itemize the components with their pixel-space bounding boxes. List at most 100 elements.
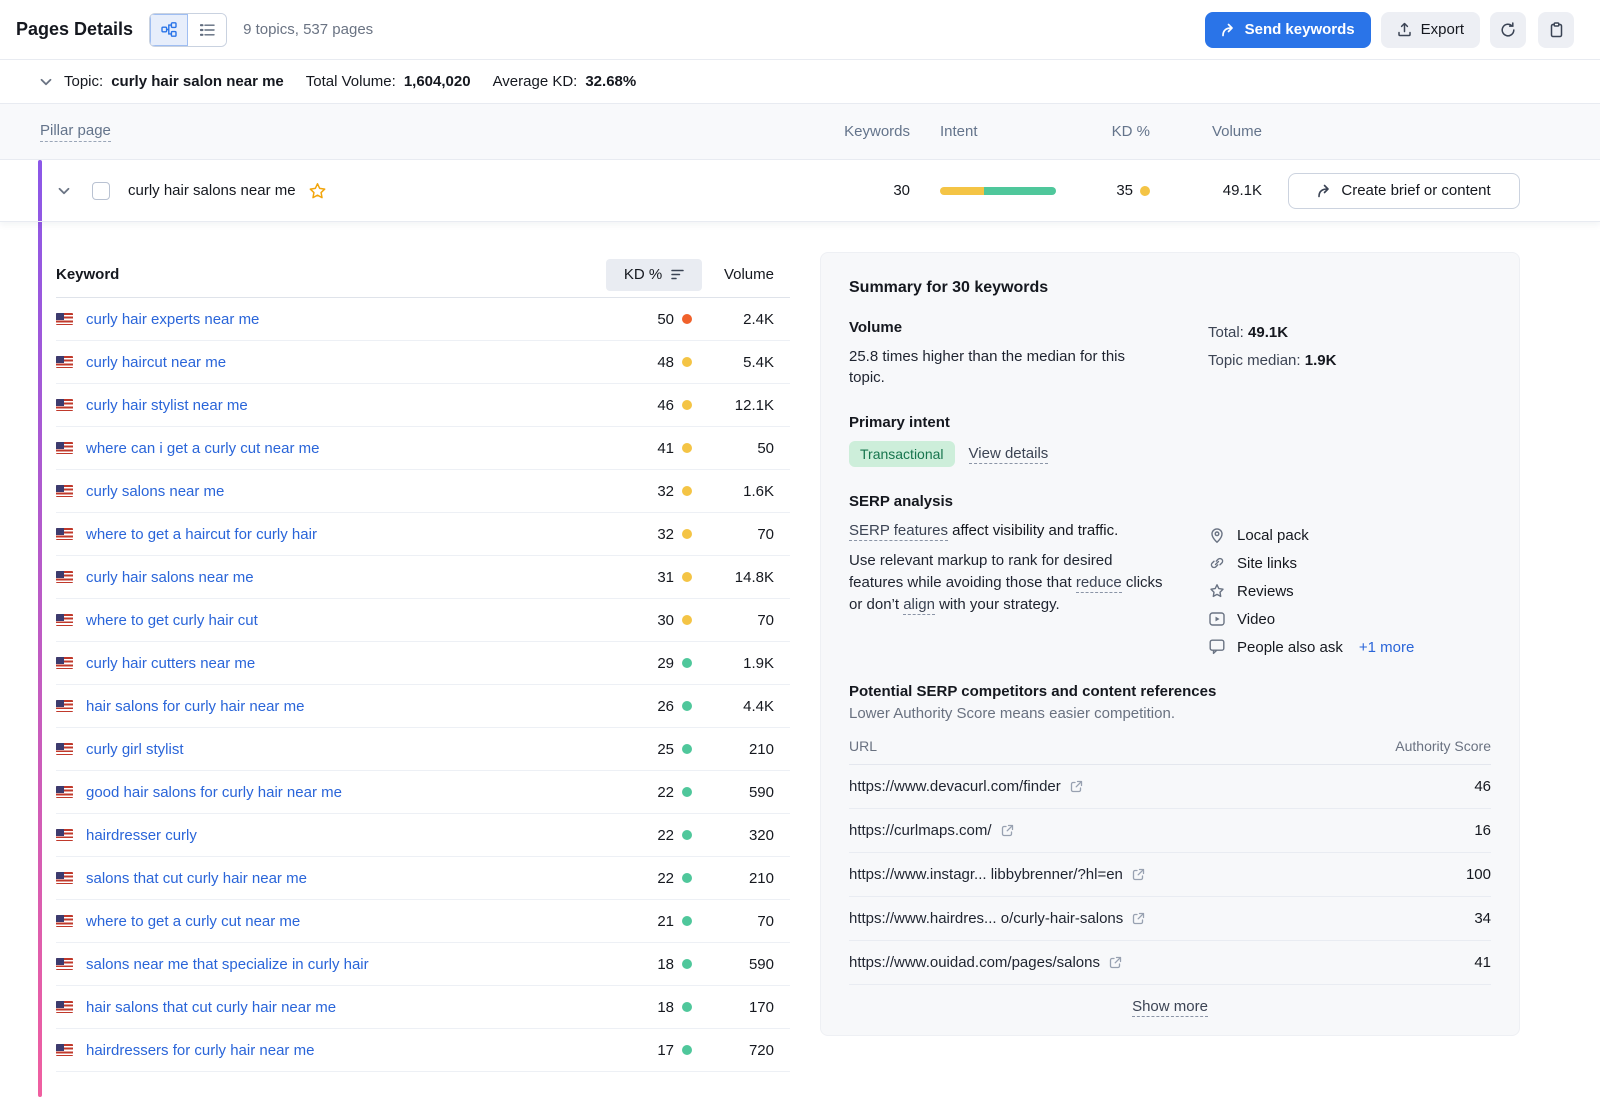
align-link[interactable]: align — [903, 596, 935, 615]
keyword-row: curly girl stylist 25 210 — [56, 728, 790, 771]
keyword-link[interactable]: hairdresser curly — [86, 827, 606, 844]
kd-dot — [682, 443, 692, 453]
favorite-star-icon[interactable] — [308, 182, 327, 200]
authority-score-value: 34 — [1474, 910, 1491, 927]
keyword-table-header: Keyword KD % Volume — [56, 252, 790, 298]
volume-column-header: Volume — [1200, 123, 1262, 140]
reduce-link[interactable]: reduce — [1076, 574, 1122, 593]
export-button[interactable]: Export — [1381, 12, 1480, 48]
topic-collapse-chevron-icon[interactable] — [40, 78, 52, 86]
more-features-link[interactable]: +1 more — [1359, 639, 1414, 656]
sort-icon — [671, 269, 684, 280]
question-bubble-icon — [1208, 639, 1226, 655]
kd-value: 31 — [657, 569, 674, 586]
keyword-link[interactable]: curly hair cutters near me — [86, 655, 606, 672]
keyword-row: hairdresser curly 22 320 — [56, 814, 790, 857]
volume-value: 1.9K — [702, 655, 790, 672]
total-label: Total: — [1208, 324, 1244, 341]
kd-dot — [682, 701, 692, 711]
keyword-link[interactable]: where can i get a curly cut near me — [86, 440, 606, 457]
link-icon — [1208, 555, 1226, 571]
keyword-link[interactable]: curly haircut near me — [86, 354, 606, 371]
topic-accent-strip — [38, 160, 42, 1097]
kd-value: 25 — [657, 741, 674, 758]
keyword-link[interactable]: where to get a curly cut near me — [86, 913, 606, 930]
authority-score-value: 41 — [1474, 954, 1491, 971]
competitor-url-link[interactable]: https://www.devacurl.com/finder — [849, 778, 1083, 795]
keyword-link[interactable]: where to get curly hair cut — [86, 612, 606, 629]
competitor-url-link[interactable]: https://www.ouidad.com/pages/salons — [849, 954, 1122, 971]
us-flag-icon — [56, 786, 73, 798]
kd-value: 32 — [657, 483, 674, 500]
serp-feature-site-links: Site links — [1208, 549, 1414, 577]
pillar-expand-chevron-icon[interactable] — [58, 187, 70, 195]
average-kd-label: Average KD: — [493, 73, 578, 90]
competitor-url-link[interactable]: https://www.instagr... libbybrenner/?hl=… — [849, 866, 1145, 883]
keyword-row: curly hair salons near me 31 14.8K — [56, 556, 790, 599]
keyword-link[interactable]: hairdressers for curly hair near me — [86, 1042, 606, 1059]
kd-sort-header[interactable]: KD % — [606, 259, 702, 291]
total-value: 49.1K — [1248, 324, 1288, 341]
keyword-link[interactable]: curly hair stylist near me — [86, 397, 606, 414]
volume-value: 70 — [702, 612, 790, 629]
list-icon — [200, 23, 215, 37]
authority-score-value: 16 — [1474, 822, 1491, 839]
keyword-row: where to get a haircut for curly hair 32… — [56, 513, 790, 556]
url-row: https://www.hairdres... o/curly-hair-sal… — [849, 897, 1491, 941]
keyword-link[interactable]: curly girl stylist — [86, 741, 606, 758]
volume-value: 5.4K — [702, 354, 790, 371]
keyword-row: curly salons near me 32 1.6K — [56, 470, 790, 513]
pillar-checkbox[interactable] — [92, 182, 110, 200]
create-brief-button[interactable]: Create brief or content — [1288, 173, 1520, 209]
us-flag-icon — [56, 743, 73, 755]
keyword-link[interactable]: hair salons that cut curly hair near me — [86, 999, 606, 1016]
keyword-row: salons that cut curly hair near me 22 21… — [56, 857, 790, 900]
volume-value: 590 — [702, 784, 790, 801]
pillar-page-column-header[interactable]: Pillar page — [40, 122, 111, 142]
send-keywords-button[interactable]: Send keywords — [1205, 12, 1371, 48]
keyword-row: where can i get a curly cut near me 41 5… — [56, 427, 790, 470]
mindmap-icon — [161, 22, 177, 37]
keyword-link[interactable]: curly salons near me — [86, 483, 606, 500]
keyword-link[interactable]: hair salons for curly hair near me — [86, 698, 606, 715]
competitor-url-text: https://www.hairdres... o/curly-hair-sal… — [849, 910, 1123, 927]
volume-heading: Volume — [849, 319, 1164, 336]
us-flag-icon — [56, 1044, 73, 1056]
keyword-link[interactable]: salons near me that specialize in curly … — [86, 956, 606, 973]
serp-feature-video: Video — [1208, 605, 1414, 633]
kd-dot — [1140, 186, 1150, 196]
summary-title: Summary for 30 keywords — [849, 279, 1491, 297]
keyword-row: where to get curly hair cut 30 70 — [56, 599, 790, 642]
kd-dot — [682, 1045, 692, 1055]
keyword-table-body: curly hair experts near me 50 2.4K curly… — [56, 298, 790, 1072]
view-details-link[interactable]: View details — [969, 445, 1049, 464]
keyword-link[interactable]: where to get a haircut for curly hair — [86, 526, 606, 543]
show-more-link[interactable]: Show more — [1132, 998, 1208, 1017]
list-view-button[interactable] — [188, 14, 226, 46]
keyword-row: where to get a curly cut near me 21 70 — [56, 900, 790, 943]
mindmap-view-button[interactable] — [150, 14, 188, 46]
keyword-row: hair salons for curly hair near me 26 4.… — [56, 685, 790, 728]
competitor-url-text: https://www.ouidad.com/pages/salons — [849, 954, 1100, 971]
serp-features-list: Local pack Site links Reviews — [1208, 521, 1414, 661]
send-arrow-icon — [1221, 23, 1236, 37]
refresh-button[interactable] — [1490, 12, 1526, 48]
keyword-row: hairdressers for curly hair near me 17 7… — [56, 1029, 790, 1072]
kd-value: 30 — [657, 612, 674, 629]
url-row: https://www.ouidad.com/pages/salons 41 — [849, 941, 1491, 985]
keyword-link[interactable]: salons that cut curly hair near me — [86, 870, 606, 887]
view-toggle — [149, 13, 227, 47]
serp-features-link[interactable]: SERP features — [849, 522, 948, 541]
us-flag-icon — [56, 528, 73, 540]
competitor-url-link[interactable]: https://www.hairdres... o/curly-hair-sal… — [849, 910, 1145, 927]
pillar-kd-value: 35 — [1116, 182, 1133, 199]
keyword-link[interactable]: curly hair experts near me — [86, 311, 606, 328]
competitor-url-link[interactable]: https://curlmaps.com/ — [849, 822, 1014, 839]
external-link-icon — [1070, 780, 1083, 793]
export-icon — [1397, 22, 1412, 37]
clipboard-button[interactable] — [1538, 12, 1574, 48]
keyword-link[interactable]: curly hair salons near me — [86, 569, 606, 586]
kd-dot — [682, 615, 692, 625]
keyword-link[interactable]: good hair salons for curly hair near me — [86, 784, 606, 801]
kd-value: 18 — [657, 999, 674, 1016]
